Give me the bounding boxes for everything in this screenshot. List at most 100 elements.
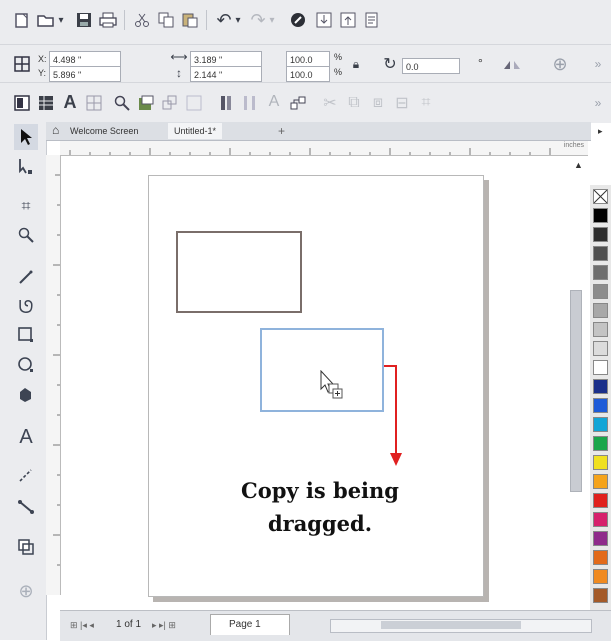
copy-icon[interactable] bbox=[154, 8, 178, 32]
percent-label: % bbox=[334, 67, 343, 77]
annotation-line-2: dragged. bbox=[267, 511, 373, 536]
x-position-field[interactable]: 4.498 " bbox=[49, 51, 121, 67]
next-page-icon[interactable]: ▸ ▸| ⊞ bbox=[152, 620, 176, 631]
more-icon[interactable]: » bbox=[586, 91, 610, 115]
cut-icon[interactable] bbox=[130, 8, 154, 32]
color-swatch[interactable] bbox=[593, 303, 608, 318]
export-icon[interactable] bbox=[336, 8, 360, 32]
align-icon[interactable] bbox=[10, 91, 34, 115]
text-style-icon[interactable]: A bbox=[262, 90, 286, 114]
import-icon[interactable] bbox=[312, 8, 336, 32]
first-page-icon[interactable]: ⊞ |◂ ◂ bbox=[70, 620, 94, 631]
no-color-swatch[interactable] bbox=[593, 189, 608, 204]
color-swatch[interactable] bbox=[593, 569, 608, 584]
color-swatch[interactable] bbox=[593, 436, 608, 451]
tab-welcome-screen[interactable]: Welcome Screen bbox=[64, 123, 144, 139]
color-swatch[interactable] bbox=[593, 246, 608, 261]
scale-width-field[interactable]: 100.0 bbox=[286, 51, 330, 67]
publish-pdf-icon[interactable] bbox=[360, 8, 384, 32]
table-icon[interactable] bbox=[34, 91, 58, 115]
y-position-field[interactable]: 5.896 " bbox=[49, 66, 121, 82]
color-swatch[interactable] bbox=[593, 379, 608, 394]
save-icon[interactable] bbox=[72, 8, 96, 32]
color-swatch[interactable] bbox=[593, 322, 608, 337]
palette-scrollbar[interactable] bbox=[570, 290, 582, 492]
tab-untitled-1[interactable]: Untitled-1* bbox=[168, 123, 223, 139]
scroll-thumb[interactable] bbox=[381, 621, 521, 629]
pick-tool-icon[interactable] bbox=[14, 124, 38, 150]
zoom-icon[interactable] bbox=[110, 91, 134, 115]
mirror-icon[interactable] bbox=[500, 52, 524, 76]
disabled-tool-icon[interactable]: ⌗ bbox=[414, 91, 438, 115]
home-icon[interactable]: ⌂ bbox=[52, 123, 59, 137]
connector-tool-icon[interactable] bbox=[14, 494, 38, 520]
print-icon[interactable] bbox=[96, 8, 120, 32]
rotation-field[interactable]: 0.0 bbox=[402, 58, 460, 74]
color-swatch[interactable] bbox=[593, 531, 608, 546]
color-swatch[interactable] bbox=[593, 398, 608, 413]
more-icon[interactable]: » bbox=[586, 52, 610, 76]
fill-icon[interactable] bbox=[134, 91, 158, 115]
color-swatch[interactable] bbox=[593, 550, 608, 565]
color-swatch[interactable] bbox=[593, 493, 608, 508]
zoom-tool-icon[interactable] bbox=[14, 222, 38, 248]
corel-connect-icon[interactable] bbox=[286, 8, 310, 32]
scale-height-field[interactable]: 100.0 bbox=[286, 66, 330, 82]
original-rectangle[interactable] bbox=[176, 231, 302, 313]
color-swatch[interactable] bbox=[593, 588, 608, 603]
text-icon[interactable]: A bbox=[58, 90, 82, 114]
ellipse-tool-icon[interactable] bbox=[14, 352, 38, 378]
combine-icon[interactable] bbox=[158, 91, 182, 115]
text-tool-icon[interactable]: A bbox=[14, 424, 38, 450]
add-tab-button[interactable]: + bbox=[272, 123, 291, 139]
shape-tool-icon[interactable] bbox=[14, 154, 38, 180]
add-icon[interactable]: ⊕ bbox=[548, 52, 572, 76]
dropdown-icon[interactable]: ▾ bbox=[54, 8, 68, 32]
color-swatch[interactable] bbox=[593, 341, 608, 356]
horizontal-scrollbar[interactable] bbox=[330, 619, 592, 633]
connector-icon[interactable] bbox=[286, 91, 310, 115]
rectangle-tool-icon[interactable] bbox=[14, 322, 38, 348]
rotate-icon: ↻ bbox=[383, 56, 397, 73]
copy-cursor-icon bbox=[318, 369, 348, 409]
tab-scroll-icon[interactable]: ▸ bbox=[598, 126, 603, 137]
new-doc-icon[interactable] bbox=[10, 8, 34, 32]
color-swatch[interactable] bbox=[593, 474, 608, 489]
distribute-icon[interactable] bbox=[238, 91, 262, 115]
color-swatch[interactable] bbox=[593, 360, 608, 375]
object-position-icon[interactable] bbox=[10, 52, 34, 76]
guidelines-icon[interactable] bbox=[82, 91, 106, 115]
color-swatch[interactable] bbox=[593, 284, 608, 299]
paste-icon[interactable] bbox=[178, 8, 202, 32]
redo-dropdown-icon[interactable]: ▾ bbox=[266, 8, 278, 32]
polygon-tool-icon[interactable] bbox=[14, 382, 38, 408]
disabled-tool-icon[interactable]: ⊟ bbox=[390, 91, 414, 115]
color-swatch[interactable] bbox=[593, 208, 608, 223]
bars-icon[interactable] bbox=[214, 91, 238, 115]
disabled-tool-icon[interactable]: ✂ bbox=[318, 91, 342, 115]
color-swatch[interactable] bbox=[593, 455, 608, 470]
arrange-toolbar: A A ✂ ⧉ ⧈ ⊟ ⌗ » bbox=[0, 82, 611, 123]
scroll-up-icon[interactable]: ▲ bbox=[574, 160, 583, 170]
parallel-dimension-icon[interactable] bbox=[14, 462, 38, 488]
separator bbox=[206, 10, 207, 30]
color-swatch[interactable] bbox=[593, 512, 608, 527]
vertical-ruler[interactable] bbox=[46, 155, 61, 595]
color-swatch[interactable] bbox=[593, 417, 608, 432]
freehand-tool-icon[interactable] bbox=[14, 264, 38, 290]
lock-ratio-icon[interactable]: 🔒︎ bbox=[344, 52, 368, 76]
disabled-tool-icon[interactable]: ⧉ bbox=[342, 91, 366, 115]
artistic-media-icon[interactable]: ᘎ bbox=[14, 294, 38, 320]
color-swatch[interactable] bbox=[593, 227, 608, 242]
crop-tool-icon[interactable]: ⌗ bbox=[14, 194, 38, 220]
disabled-tool-icon[interactable]: ⧈ bbox=[366, 91, 390, 115]
add-tool-icon[interactable]: ⊕ bbox=[14, 578, 38, 604]
width-field[interactable]: 3.189 " bbox=[190, 51, 262, 67]
page-1-tab[interactable]: Page 1 bbox=[210, 614, 290, 635]
horizontal-ruler[interactable]: inches bbox=[60, 141, 588, 156]
break-apart-icon[interactable] bbox=[182, 91, 206, 115]
height-field[interactable]: 2.144 " bbox=[190, 66, 262, 82]
drop-shadow-tool-icon[interactable] bbox=[14, 534, 38, 560]
undo-dropdown-icon[interactable]: ▾ bbox=[232, 8, 244, 32]
color-swatch[interactable] bbox=[593, 265, 608, 280]
